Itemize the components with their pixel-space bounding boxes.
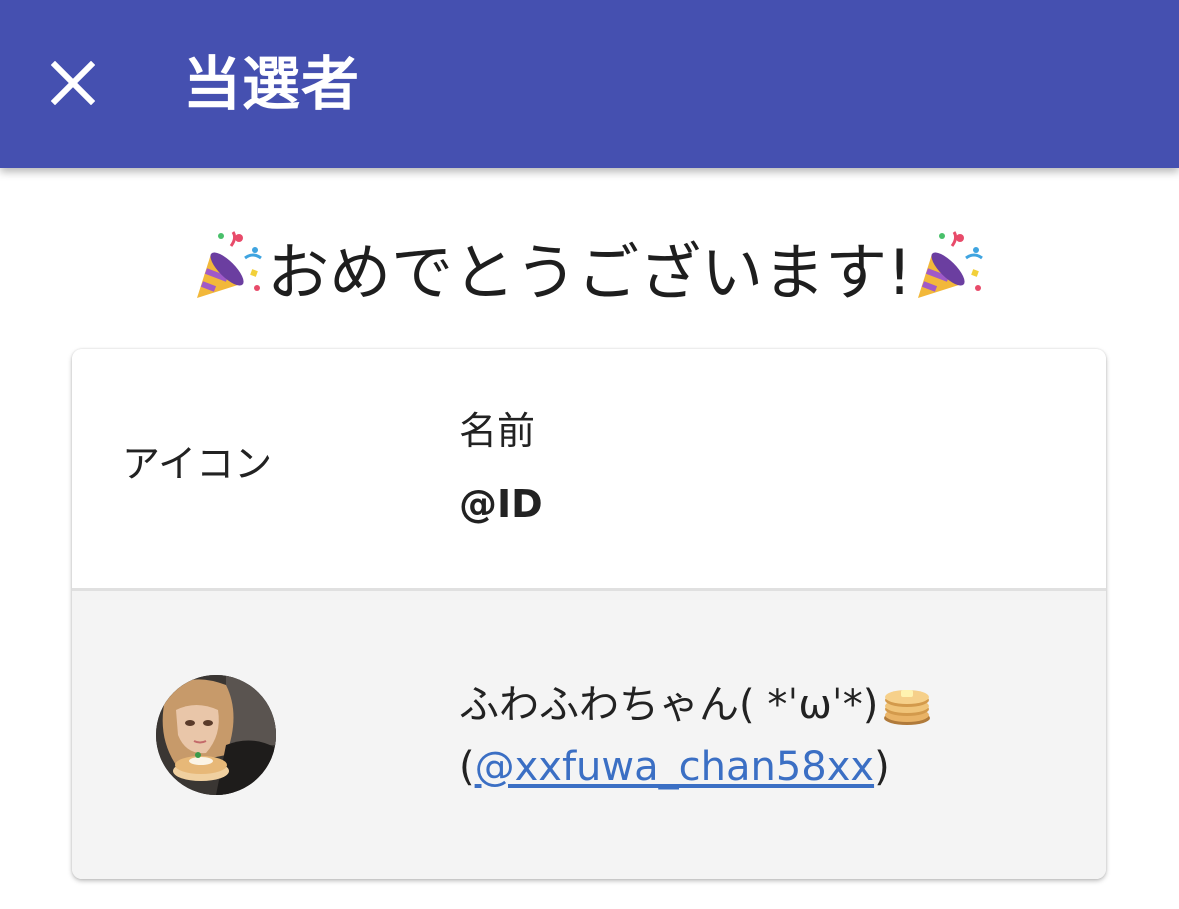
pancakes-icon: [882, 682, 932, 741]
congrats-text: おめでとうございます!: [267, 236, 912, 309]
winner-name-text: ふわふわちゃん( *ˈωˈ*): [459, 682, 879, 728]
id-close-paren: ): [874, 744, 890, 790]
winner-id-link[interactable]: @xxfuwa_chan58xx: [475, 744, 874, 790]
table-header: アイコン 名前 @ID: [72, 349, 1106, 591]
party-popper-icon: [912, 228, 988, 328]
page-title: 当選者: [183, 50, 361, 118]
table-row: ふわふわちゃん( *ˈωˈ*) (@xxfuwa_chan58xx): [72, 591, 1106, 879]
id-open-paren: (: [459, 744, 475, 790]
avatar[interactable]: [156, 675, 276, 795]
header-name-column: 名前: [459, 409, 536, 453]
app-bar: 当選者: [0, 0, 1179, 168]
close-button[interactable]: [40, 50, 106, 116]
header-id-column: @ID: [459, 482, 543, 526]
winner-id: (@xxfuwa_chan58xx): [459, 739, 890, 795]
header-icon-column: アイコン: [122, 442, 273, 486]
winners-table: アイコン 名前 @ID ふわふわちゃん( *ˈωˈ*) (@xxfuwa_cha…: [72, 349, 1106, 879]
winner-name: ふわふわちゃん( *ˈωˈ*): [459, 677, 932, 741]
congrats-banner: おめでとうございます!: [0, 228, 1179, 328]
close-icon: [51, 61, 95, 105]
party-popper-icon: [191, 228, 267, 328]
